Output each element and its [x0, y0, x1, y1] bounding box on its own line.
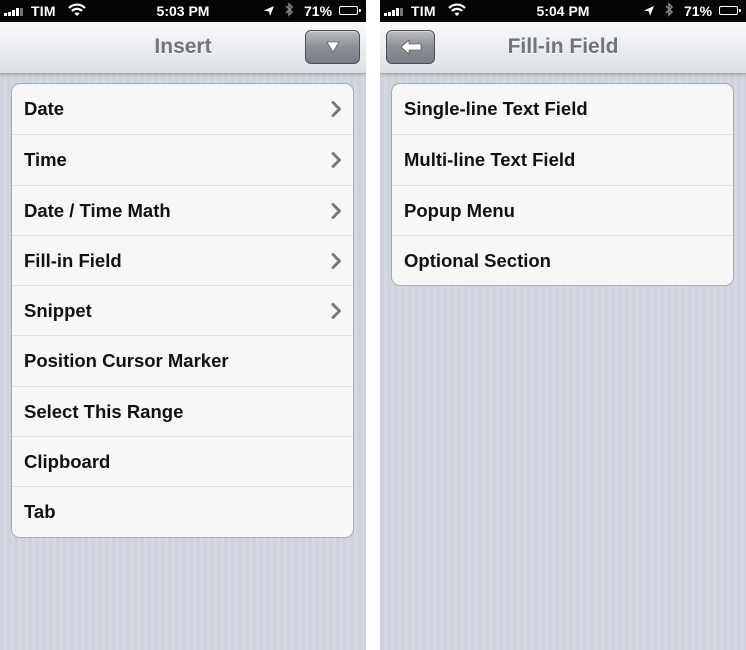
chevron-right-icon [331, 252, 342, 274]
list-item-label: Multi-line Text Field [404, 149, 576, 171]
insert-options-list: Date Time Date / Time Math Fill-in Field Sni… [11, 83, 354, 538]
list-item-label: Tab [24, 501, 56, 523]
list-item-label: Single-line Text Field [404, 98, 588, 119]
list-item[interactable]: Snippet [12, 285, 353, 335]
bluetooth-icon [284, 2, 294, 21]
chevron-right-icon [331, 202, 342, 224]
list-item[interactable]: Multi-line Text Field [392, 134, 733, 184]
list-item-label: Popup Menu [404, 199, 515, 221]
list-item-label: Position Cursor Marker [24, 350, 229, 372]
chevron-right-icon [331, 152, 342, 173]
battery-percent: 71% [304, 3, 333, 19]
fill-in-field-options-list: Single-line Text Field Multi-line Text Fi… [391, 83, 734, 287]
navigation-bar: Fill-in Field [380, 22, 746, 74]
insert-screen: TIM 5:03 PM 71% Insert Date Time Date / Ti… [0, 0, 366, 650]
navigation-bar: Insert [0, 22, 366, 74]
battery-icon [339, 6, 361, 15]
list-item-label: Date / Time Math [24, 199, 171, 221]
fill-in-field-screen: TIM 5:04 PM 71% Fill-in Field Single-lin… [380, 0, 746, 650]
status-bar: TIM 5:03 PM 71% [0, 0, 366, 22]
list-item[interactable]: Clipboard [12, 436, 353, 486]
list-item-label: Clipboard [24, 451, 111, 473]
status-bar: TIM 5:04 PM 71% [380, 0, 746, 22]
list-item[interactable]: Tab [12, 486, 353, 536]
list-item[interactable]: Date [12, 84, 353, 134]
list-item-label: Fill-in Field [24, 249, 122, 271]
list-item[interactable]: Single-line Text Field [392, 84, 733, 134]
bluetooth-icon [664, 2, 674, 21]
battery-icon [719, 6, 741, 15]
list-item[interactable]: Date / Time Math [12, 184, 353, 235]
chevron-right-icon [331, 101, 342, 122]
location-arrow-icon [263, 4, 275, 20]
battery-percent: 71% [684, 3, 713, 19]
list-item-label: Select This Range [24, 400, 184, 422]
list-item[interactable]: Popup Menu [392, 184, 733, 235]
menu-dropdown-button[interactable] [305, 30, 360, 64]
list-item-label: Snippet [24, 300, 92, 322]
list-item[interactable]: Time [12, 134, 353, 184]
dropdown-triangle-icon [325, 41, 340, 53]
location-arrow-icon [643, 4, 655, 20]
list-item[interactable]: Fill-in Field [12, 234, 353, 285]
list-item-label: Optional Section [404, 249, 551, 271]
list-item[interactable]: Position Cursor Marker [12, 335, 353, 385]
chevron-right-icon [331, 303, 342, 324]
nav-title: Fill-in Field [507, 35, 619, 58]
list-item[interactable]: Select This Range [12, 385, 353, 436]
list-item-label: Time [24, 149, 67, 171]
list-item[interactable]: Optional Section [392, 234, 733, 285]
list-item-label: Date [24, 98, 65, 119]
